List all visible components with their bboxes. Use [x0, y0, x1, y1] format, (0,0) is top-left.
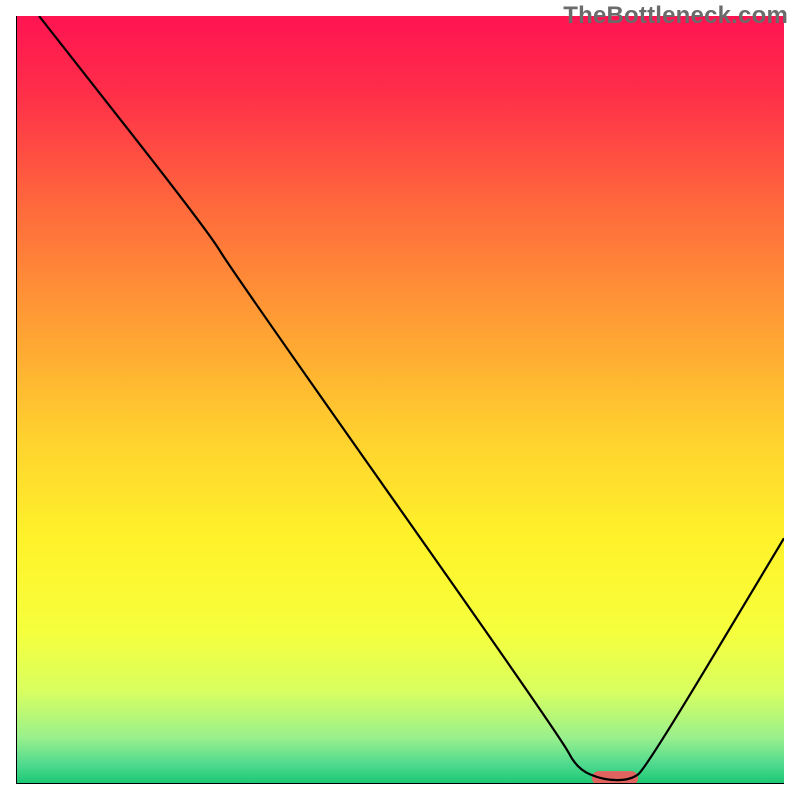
plot-area [16, 16, 784, 784]
gradient-background [16, 16, 784, 784]
chart-container: TheBottleneck.com [0, 0, 800, 800]
chart-svg [16, 16, 784, 784]
watermark-text: TheBottleneck.com [563, 2, 788, 30]
